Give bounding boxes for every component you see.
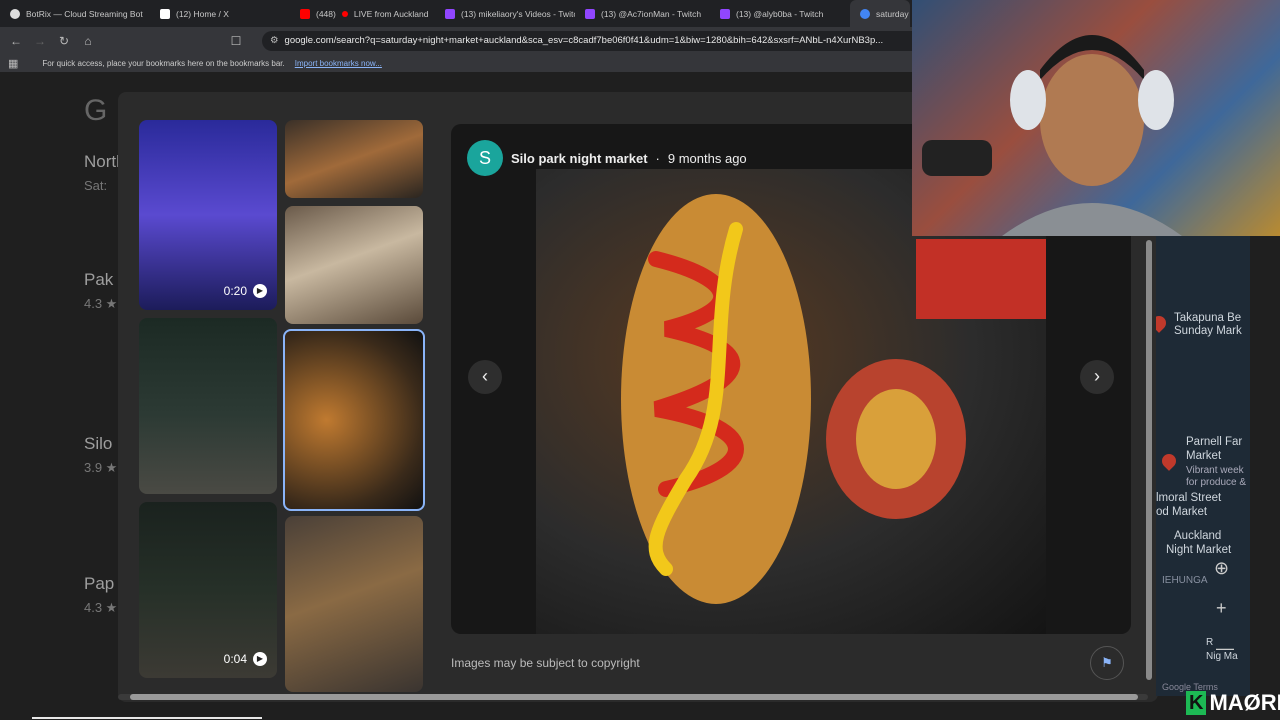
play-icon: ▶ bbox=[253, 652, 267, 666]
youtube-icon bbox=[300, 8, 310, 19]
duration-text: 0:04 bbox=[223, 652, 247, 666]
thumbnail-video[interactable]: 0:20 ▶ bbox=[139, 120, 277, 310]
scrollbar-thumb[interactable] bbox=[130, 694, 1138, 700]
source-title[interactable]: Silo park night market bbox=[511, 151, 648, 166]
map-label: for produce & bbox=[1186, 477, 1247, 488]
import-bookmarks-link[interactable]: Import bookmarks now... bbox=[295, 59, 382, 68]
result-meta: 4.3 ★ bbox=[84, 600, 118, 615]
result-title: Pap bbox=[84, 574, 115, 593]
thumbnail-image[interactable] bbox=[139, 318, 277, 494]
tab-label: (13) @alyb0ba - Twitch bbox=[736, 8, 824, 19]
play-icon: ▶ bbox=[253, 284, 267, 298]
site-settings-icon[interactable]: ⚙ bbox=[270, 35, 279, 46]
meta-separator: · bbox=[655, 150, 660, 166]
tab-botrix[interactable]: BotRix — Cloud Streaming Bot bbox=[0, 0, 150, 27]
thumbnail-image-selected[interactable] bbox=[283, 329, 425, 511]
botrix-icon bbox=[10, 8, 20, 19]
webcam-overlay bbox=[912, 0, 1280, 236]
tab-x[interactable]: (12) Home / X bbox=[150, 0, 290, 27]
tab-youtube-live[interactable]: (448) LIVE from Auckland bbox=[290, 0, 435, 27]
result-item[interactable]: Pak 4.3 ★ bbox=[84, 270, 117, 312]
tab-label: saturday bbox=[876, 8, 909, 19]
twitch-icon bbox=[720, 8, 730, 19]
tab-label: BotRix — Cloud Streaming Bot bbox=[26, 8, 143, 19]
thumbnail-video[interactable]: 0:04 ▶ bbox=[139, 502, 277, 678]
map-label: Takapuna Be bbox=[1174, 312, 1242, 324]
result-item[interactable]: Pap 4.3 ★ bbox=[84, 574, 117, 616]
video-duration: 0:04 ▶ bbox=[224, 652, 267, 666]
image-source[interactable]: S Silo park night market · 9 months ago bbox=[467, 140, 747, 176]
bookmark-icon[interactable]: ☐ bbox=[228, 33, 244, 49]
result-meta: 3.9 ★ bbox=[84, 460, 118, 475]
map-label: Auckland bbox=[1174, 530, 1222, 542]
tab-label: (12) Home / X bbox=[176, 8, 229, 19]
map-label: lmoral Street bbox=[1156, 492, 1222, 504]
tab-label: LIVE from Auckland bbox=[353, 8, 429, 19]
map-label: Sunday Mark bbox=[1174, 325, 1242, 337]
video-duration: 0:20 ▶ bbox=[224, 284, 267, 298]
thumbnail-image[interactable] bbox=[285, 516, 423, 692]
tab-label: (448) bbox=[316, 8, 336, 19]
source-age: 9 months ago bbox=[667, 150, 747, 166]
map-label: Market bbox=[1186, 450, 1222, 462]
home-icon[interactable]: ⌂ bbox=[80, 33, 96, 49]
result-title: Pak bbox=[84, 270, 114, 289]
url-text: google.com/search?q=saturday+night+marke… bbox=[284, 35, 884, 46]
map-label: IEHUNGA bbox=[1162, 575, 1208, 586]
result-title: Silo bbox=[84, 434, 113, 453]
thumbnail-image[interactable] bbox=[285, 120, 423, 198]
google-logo[interactable]: G bbox=[84, 94, 107, 128]
locate-icon[interactable]: ⊕ bbox=[1214, 558, 1229, 579]
address-field[interactable]: ⚙ google.com/search?q=saturday+night+mar… bbox=[262, 30, 942, 51]
x-logo-icon bbox=[160, 8, 170, 19]
food-photo bbox=[621, 194, 1046, 604]
next-image-button[interactable]: › bbox=[1080, 360, 1114, 394]
logo-mark: K bbox=[1186, 691, 1207, 715]
tab-twitch-ac7ionman[interactable]: (13) @Ac7ionMan - Twitch bbox=[575, 0, 710, 27]
tab-twitch-alyb0ba[interactable]: (13) @alyb0ba - Twitch bbox=[710, 0, 850, 27]
duration-text: 0:20 bbox=[223, 284, 247, 298]
map-label: Night Market bbox=[1166, 544, 1232, 556]
reload-icon[interactable]: ↻ bbox=[56, 33, 72, 49]
thumbnail-image[interactable] bbox=[285, 206, 423, 324]
loading-bar bbox=[32, 717, 262, 719]
apps-grid-icon[interactable]: ▦ bbox=[8, 57, 18, 70]
logo-text: MAØRI bbox=[1209, 690, 1280, 715]
live-dot-icon bbox=[341, 10, 348, 17]
report-flag-button[interactable]: ⚑ bbox=[1090, 646, 1124, 680]
streamer-video bbox=[912, 0, 1280, 236]
map-pin-icon[interactable] bbox=[1159, 451, 1179, 471]
tab-twitch-mikeliaory[interactable]: (13) mikeliaory's Videos - Twitch bbox=[435, 0, 575, 27]
copyright-notice: Images may be subject to copyright bbox=[451, 656, 640, 670]
forward-icon[interactable]: → bbox=[32, 33, 48, 49]
channel-logo: K MAØRI bbox=[1186, 690, 1280, 716]
vertical-scrollbar[interactable] bbox=[1146, 240, 1152, 680]
flag-icon: ⚑ bbox=[1101, 655, 1113, 670]
zoom-in-button[interactable]: + bbox=[1216, 598, 1227, 619]
twitch-icon bbox=[585, 8, 595, 19]
tab-label: (13) mikeliaory's Videos - Twitch bbox=[461, 8, 575, 19]
tab-google-search[interactable]: saturday bbox=[850, 0, 910, 27]
google-icon bbox=[860, 8, 870, 19]
map-label: od Market bbox=[1156, 506, 1208, 518]
map-panel[interactable]: Takapuna Be Sunday Mark Parnell Far Mark… bbox=[1156, 236, 1250, 696]
horizontal-scrollbar[interactable] bbox=[118, 694, 1148, 700]
map-pin-icon[interactable] bbox=[1156, 313, 1169, 333]
map-label: Parnell Far bbox=[1186, 436, 1243, 448]
map-label: Nig Ma bbox=[1206, 651, 1238, 662]
tab-label: (13) @Ac7ionMan - Twitch bbox=[601, 8, 702, 19]
previous-image-button[interactable]: ‹ bbox=[468, 360, 502, 394]
preview-image[interactable] bbox=[536, 169, 1046, 634]
twitch-icon bbox=[445, 8, 455, 19]
bookmarks-hint: For quick access, place your bookmarks h… bbox=[42, 58, 285, 68]
result-item[interactable]: Silo 3.9 ★ bbox=[84, 434, 117, 476]
map-label: R bbox=[1206, 637, 1214, 648]
avatar: S bbox=[467, 140, 503, 176]
result-meta: 4.3 ★ bbox=[84, 296, 118, 311]
back-icon[interactable]: ← bbox=[8, 33, 24, 49]
